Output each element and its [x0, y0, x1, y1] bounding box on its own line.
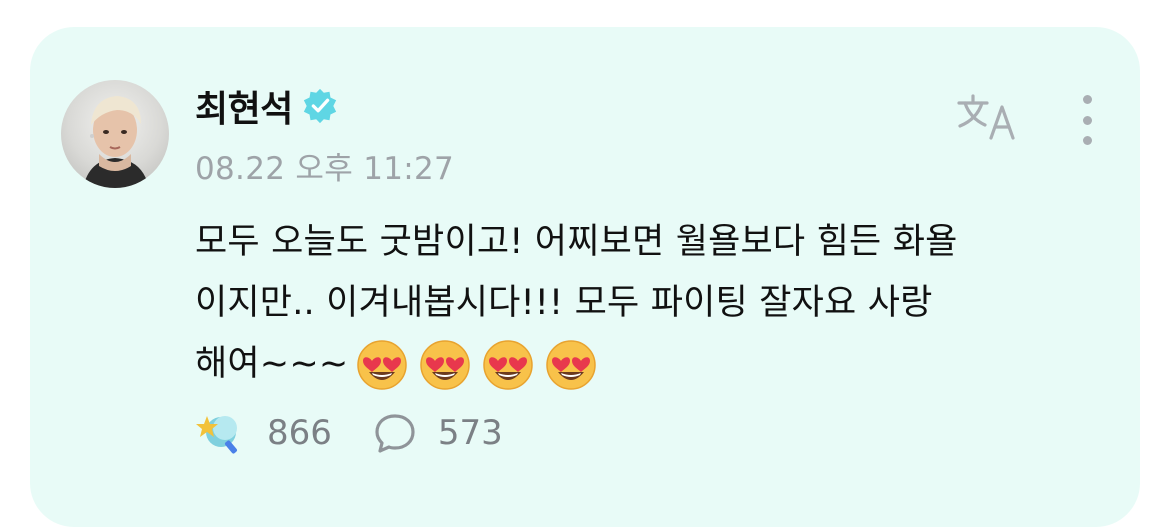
- star-lollipop-icon: [196, 416, 237, 454]
- like-count: 866: [267, 413, 332, 453]
- heart-eyes-emoji-icon: [357, 340, 408, 390]
- author-row: 최현석: [195, 80, 339, 132]
- more-options-button[interactable]: [1074, 95, 1100, 145]
- post-timestamp: 08.22 오후 11:27: [195, 151, 455, 187]
- post-body-line-last: 해여~~~: [195, 334, 1105, 395]
- emoji-row: [356, 339, 608, 391]
- post-body-line: 모두 오늘도 굿밤이고! 어찌보면 월욜보다 힘든 화욜: [195, 222, 958, 262]
- comment-bubble-icon: [375, 414, 415, 453]
- heart-eyes-emoji-icon: [546, 340, 597, 390]
- post-footer: 866 573: [195, 410, 503, 456]
- author-avatar[interactable]: [61, 80, 169, 188]
- post-body: 모두 오늘도 굿밤이고! 어찌보면 월욜보다 힘든 화욜 이지만.. 이겨내봅시…: [195, 212, 1105, 395]
- more-dot: [1082, 115, 1092, 125]
- more-dot: [1082, 136, 1092, 145]
- comment-button[interactable]: 573: [372, 411, 503, 455]
- like-button[interactable]: 866: [195, 410, 332, 456]
- post-body-line: 이지만.. 이겨내봅시다!!! 모두 파이팅 잘자요 사랑: [195, 283, 933, 323]
- comment-count: 573: [437, 413, 503, 453]
- heart-eyes-emoji-icon: [483, 340, 534, 390]
- translate-icon: [957, 94, 1015, 140]
- verified-badge-icon: [303, 88, 337, 124]
- more-dot: [1082, 95, 1092, 104]
- heart-eyes-emoji-icon: [420, 340, 471, 390]
- author-name[interactable]: 최현석: [195, 80, 293, 132]
- post-body-line-text: 해여~~~: [195, 344, 349, 384]
- translate-button[interactable]: [955, 92, 1021, 144]
